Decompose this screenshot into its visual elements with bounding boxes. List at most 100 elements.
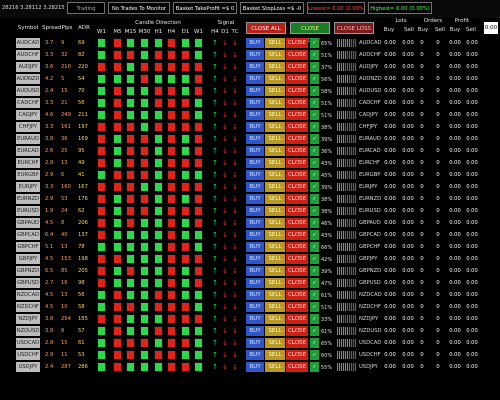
- close-button[interactable]: CLOSE: [286, 182, 308, 192]
- checkbox-icon[interactable]: ✓: [310, 218, 319, 228]
- buy-button[interactable]: BUY: [246, 62, 264, 72]
- close-button[interactable]: CLOSE: [286, 326, 308, 336]
- symbol-button[interactable]: AUDNZD: [16, 74, 40, 84]
- symbol-button[interactable]: EURCHF: [16, 158, 40, 168]
- buy-button[interactable]: BUY: [246, 302, 264, 312]
- close-button[interactable]: CLOSE: [286, 38, 308, 48]
- symbol-button[interactable]: GBPCAD: [16, 230, 40, 240]
- symbol-button[interactable]: USDJPY: [16, 362, 40, 372]
- buy-button[interactable]: BUY: [246, 146, 264, 156]
- checkbox-icon[interactable]: ✓: [310, 110, 319, 120]
- sell-button[interactable]: SELL: [265, 62, 285, 72]
- checkbox-icon[interactable]: ✓: [310, 314, 319, 324]
- sell-button[interactable]: SELL: [265, 110, 285, 120]
- checkbox-icon[interactable]: ✓: [310, 254, 319, 264]
- close-button[interactable]: CLOSE: [286, 230, 308, 240]
- symbol-button[interactable]: USDCHF: [16, 350, 40, 360]
- sell-button[interactable]: SELL: [265, 194, 285, 204]
- sell-button[interactable]: SELL: [265, 266, 285, 276]
- symbol-button[interactable]: EURUSD: [16, 206, 40, 216]
- sell-button[interactable]: SELL: [265, 206, 285, 216]
- sell-button[interactable]: SELL: [265, 50, 285, 60]
- checkbox-icon[interactable]: ✓: [310, 134, 319, 144]
- sell-button[interactable]: SELL: [265, 170, 285, 180]
- close-button[interactable]: CLOSE: [286, 134, 308, 144]
- symbol-button[interactable]: GBPAUD: [16, 218, 40, 228]
- checkbox-icon[interactable]: ✓: [310, 242, 319, 252]
- close-button[interactable]: CLOSE: [286, 170, 308, 180]
- checkbox-icon[interactable]: ✓: [310, 62, 319, 72]
- checkbox-icon[interactable]: ✓: [310, 170, 319, 180]
- close-button[interactable]: CLOSE: [286, 290, 308, 300]
- buy-button[interactable]: BUY: [246, 230, 264, 240]
- close-button[interactable]: CLOSE: [286, 86, 308, 96]
- symbol-button[interactable]: EURJPY: [16, 182, 40, 192]
- symbol-button[interactable]: AUDCAD: [16, 38, 40, 48]
- sell-button[interactable]: SELL: [265, 350, 285, 360]
- symbol-button[interactable]: AUDUSD: [16, 86, 40, 96]
- close-button[interactable]: CLOSE: [286, 278, 308, 288]
- sell-button[interactable]: SELL: [265, 326, 285, 336]
- sell-button[interactable]: SELL: [265, 302, 285, 312]
- symbol-button[interactable]: AUDCHF: [16, 50, 40, 60]
- symbol-button[interactable]: EURCAD: [16, 146, 40, 156]
- symbol-button[interactable]: GBPNZD: [16, 266, 40, 276]
- checkbox-icon[interactable]: ✓: [310, 350, 319, 360]
- buy-button[interactable]: BUY: [246, 110, 264, 120]
- checkbox-icon[interactable]: ✓: [310, 158, 319, 168]
- sell-button[interactable]: SELL: [265, 218, 285, 228]
- close-button[interactable]: CLOSE: [286, 254, 308, 264]
- sell-button[interactable]: SELL: [265, 338, 285, 348]
- buy-button[interactable]: BUY: [246, 182, 264, 192]
- buy-button[interactable]: BUY: [246, 98, 264, 108]
- close-button[interactable]: CLOSE: [286, 350, 308, 360]
- sell-button[interactable]: SELL: [265, 242, 285, 252]
- symbol-button[interactable]: GBPUSD: [16, 278, 40, 288]
- close-button[interactable]: CLOSE: [286, 158, 308, 168]
- checkbox-icon[interactable]: ✓: [310, 290, 319, 300]
- close-button[interactable]: CLOSE: [286, 362, 308, 372]
- close-button[interactable]: CLOSE: [286, 302, 308, 312]
- close-button[interactable]: CLOSE: [286, 110, 308, 120]
- checkbox-icon[interactable]: ✓: [310, 86, 319, 96]
- checkbox-icon[interactable]: ✓: [310, 278, 319, 288]
- symbol-button[interactable]: CHFJPY: [16, 122, 40, 132]
- close-button[interactable]: CLOSE: [286, 122, 308, 132]
- checkbox-icon[interactable]: ✓: [310, 98, 319, 108]
- close-button[interactable]: CLOSE: [286, 146, 308, 156]
- sell-button[interactable]: SELL: [265, 38, 285, 48]
- checkbox-icon[interactable]: ✓: [310, 326, 319, 336]
- sell-button[interactable]: SELL: [265, 158, 285, 168]
- sell-button[interactable]: SELL: [265, 86, 285, 96]
- checkbox-icon[interactable]: ✓: [310, 194, 319, 204]
- symbol-button[interactable]: GBPJPY: [16, 254, 40, 264]
- sell-button[interactable]: SELL: [265, 146, 285, 156]
- buy-button[interactable]: BUY: [246, 242, 264, 252]
- buy-button[interactable]: BUY: [246, 38, 264, 48]
- checkbox-icon[interactable]: ✓: [310, 182, 319, 192]
- checkbox-icon[interactable]: ✓: [310, 38, 319, 48]
- checkbox-icon[interactable]: ✓: [310, 50, 319, 60]
- close-button[interactable]: CLOSE: [286, 50, 308, 60]
- checkbox-icon[interactable]: ✓: [310, 74, 319, 84]
- close-all-button[interactable]: CLOSE ALL: [246, 22, 286, 34]
- amount-input[interactable]: 0.00: [484, 22, 498, 34]
- sell-button[interactable]: SELL: [265, 134, 285, 144]
- symbol-button[interactable]: NZDCHF: [16, 302, 40, 312]
- buy-button[interactable]: BUY: [246, 362, 264, 372]
- close-button[interactable]: CLOSE: [286, 74, 308, 84]
- buy-button[interactable]: BUY: [246, 326, 264, 336]
- buy-button[interactable]: BUY: [246, 278, 264, 288]
- close-button[interactable]: CLOSE: [286, 338, 308, 348]
- buy-button[interactable]: BUY: [246, 290, 264, 300]
- sell-button[interactable]: SELL: [265, 314, 285, 324]
- sell-button[interactable]: SELL: [265, 122, 285, 132]
- sell-button[interactable]: SELL: [265, 74, 285, 84]
- symbol-button[interactable]: CADCHF: [16, 98, 40, 108]
- buy-button[interactable]: BUY: [246, 122, 264, 132]
- buy-button[interactable]: BUY: [246, 338, 264, 348]
- symbol-button[interactable]: EURGBP: [16, 170, 40, 180]
- buy-button[interactable]: BUY: [246, 350, 264, 360]
- checkbox-icon[interactable]: ✓: [310, 266, 319, 276]
- buy-button[interactable]: BUY: [246, 158, 264, 168]
